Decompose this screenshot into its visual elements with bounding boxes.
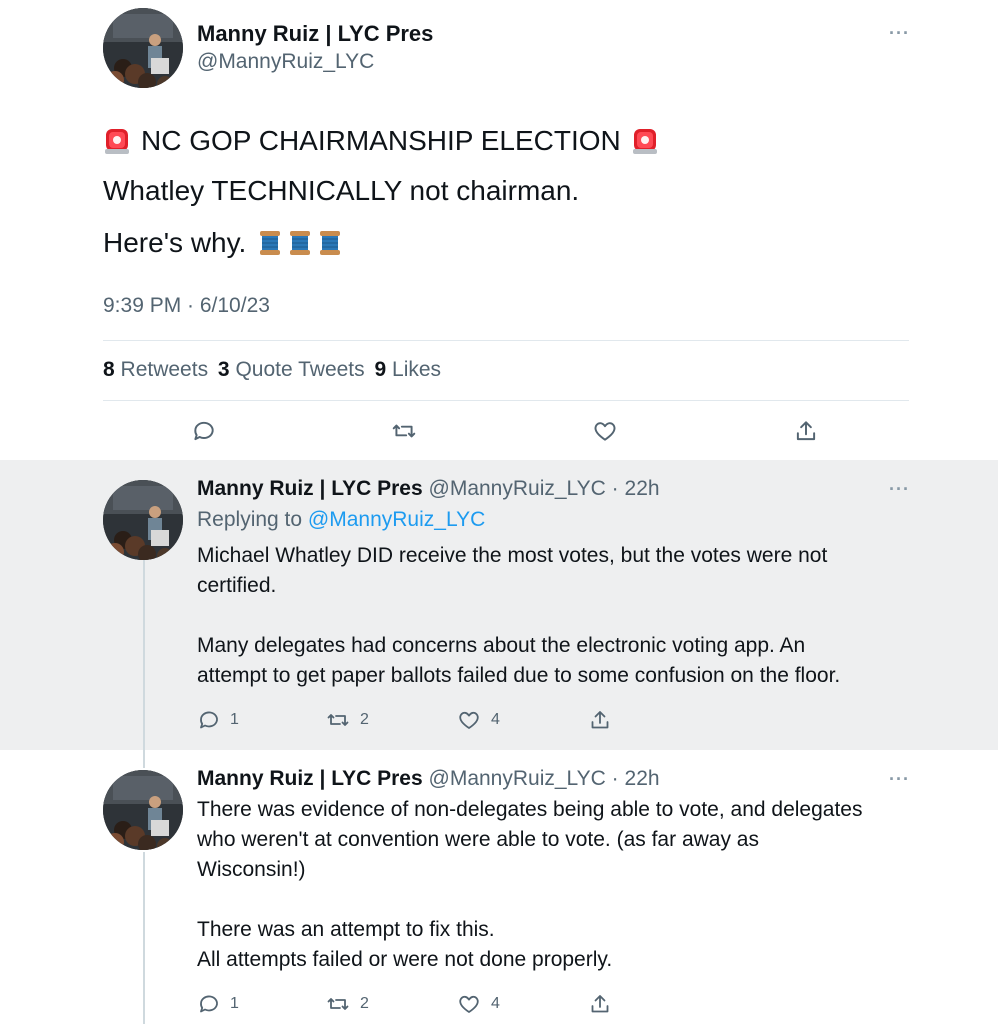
reply-tweet[interactable]: Manny Ruiz | LYC Pres @MannyRuiz_LYC · 2… xyxy=(0,750,998,1024)
likes-count: 9 xyxy=(374,358,387,381)
reply-header: Manny Ruiz | LYC Pres @MannyRuiz_LYC · 2… xyxy=(197,767,660,791)
tweet-headline: NC GOP CHAIRMANSHIP ELECTION xyxy=(141,125,621,156)
retweet-icon[interactable] xyxy=(326,992,350,1016)
author-name[interactable]: Manny Ruiz | LYC Pres xyxy=(197,477,423,500)
tweet-line-1: NC GOP CHAIRMANSHIP ELECTION xyxy=(103,124,659,158)
reply-count: 1 xyxy=(230,711,239,728)
avatar[interactable] xyxy=(103,770,183,850)
quote-tweets-stat[interactable]: 3 Quote Tweets xyxy=(218,358,371,381)
retweets-stat[interactable]: 8 Retweets xyxy=(103,358,214,381)
police-car-light-icon xyxy=(103,127,131,155)
share-icon[interactable] xyxy=(588,992,612,1016)
reply-tweet[interactable]: Manny Ruiz | LYC Pres @MannyRuiz_LYC · 2… xyxy=(0,460,998,750)
retweets-count: 8 xyxy=(103,358,115,381)
reply-body: There was evidence of non-delegates bein… xyxy=(197,798,863,971)
reply-icon[interactable] xyxy=(197,992,221,1016)
tweet-line-2: Whatley TECHNICALLY not chairman. xyxy=(103,175,580,206)
author-handle[interactable]: @MannyRuiz_LYC · 22h xyxy=(429,767,660,790)
more-options-icon[interactable]: ··· xyxy=(889,770,910,788)
tweet-stats: 8 Retweets 3 Quote Tweets 9 Likes xyxy=(103,358,441,382)
reply-icon[interactable] xyxy=(191,418,217,444)
thread-connector xyxy=(143,560,145,750)
reply-icon[interactable] xyxy=(197,708,221,732)
reply-header: Manny Ruiz | LYC Pres @MannyRuiz_LYC · 2… xyxy=(197,477,660,501)
spool-of-thread-icon xyxy=(258,229,282,257)
thread-connector xyxy=(143,750,145,768)
tweet-line-3: Here's why. xyxy=(103,226,342,260)
share-icon[interactable] xyxy=(588,708,612,732)
author-handle[interactable]: @MannyRuiz_LYC · 22h xyxy=(429,477,660,500)
spool-of-thread-icon xyxy=(318,229,342,257)
more-options-icon[interactable]: ··· xyxy=(889,480,910,498)
tweet-line-3-text: Here's why. xyxy=(103,227,247,258)
divider xyxy=(103,400,909,401)
share-icon[interactable] xyxy=(793,418,819,444)
quote-tweets-count: 3 xyxy=(217,358,230,381)
likes-label: Likes xyxy=(392,358,442,381)
police-car-light-icon xyxy=(631,127,659,155)
heart-icon[interactable] xyxy=(457,708,481,732)
like-count: 4 xyxy=(491,995,500,1012)
spool-of-thread-icon xyxy=(288,229,312,257)
author-name[interactable]: Manny Ruiz | LYC Pres xyxy=(197,767,423,790)
retweet-count: 2 xyxy=(360,711,369,728)
heart-icon[interactable] xyxy=(592,418,618,444)
replying-to-link[interactable]: @MannyRuiz_LYC xyxy=(308,508,485,531)
thread-connector xyxy=(143,852,145,1024)
avatar[interactable] xyxy=(103,8,183,88)
replying-to: Replying to @MannyRuiz_LYC xyxy=(197,508,485,532)
retweet-count: 2 xyxy=(360,995,369,1012)
heart-icon[interactable] xyxy=(457,992,481,1016)
avatar[interactable] xyxy=(103,480,183,560)
divider xyxy=(103,340,909,341)
likes-stat[interactable]: 9 Likes xyxy=(375,358,442,381)
like-count: 4 xyxy=(491,711,500,728)
reply-body: Michael Whatley DID receive the most vot… xyxy=(197,544,841,687)
author-name[interactable]: Manny Ruiz | LYC Pres xyxy=(197,21,433,47)
retweet-icon[interactable] xyxy=(326,708,350,732)
retweet-icon[interactable] xyxy=(391,418,417,444)
reply-count: 1 xyxy=(230,995,239,1012)
quote-tweets-label: Quote Tweets xyxy=(235,358,365,381)
tweet-timestamp[interactable]: 9:39 PM · 6/10/23 xyxy=(103,294,270,318)
retweets-label: Retweets xyxy=(120,358,209,381)
author-handle[interactable]: @MannyRuiz_LYC xyxy=(197,50,374,74)
more-options-icon[interactable]: ··· xyxy=(889,24,910,42)
replying-to-prefix: Replying to xyxy=(197,508,308,531)
